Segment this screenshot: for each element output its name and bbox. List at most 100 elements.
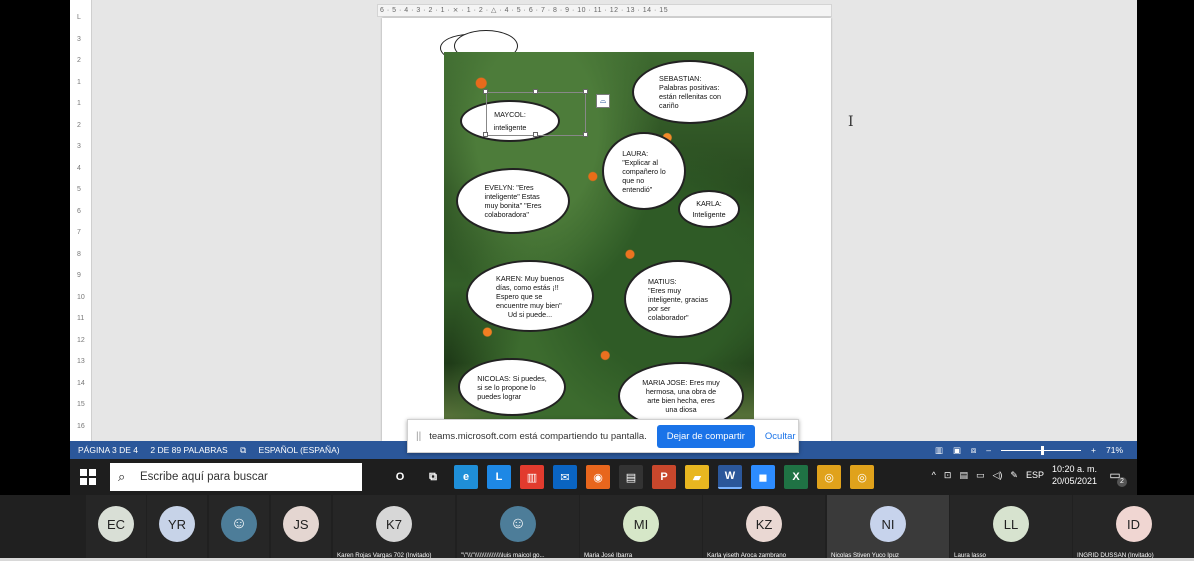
word-count[interactable]: 2 DE 89 PALABRAS — [150, 445, 227, 455]
participant-tile[interactable]: ☺ — [209, 495, 269, 561]
mail-icon[interactable]: ✉ — [553, 465, 577, 489]
tray-app-icon[interactable]: ⊡ — [944, 470, 952, 481]
ruler-mark: 11 — [77, 315, 85, 322]
stop-sharing-button[interactable]: Dejar de compartir — [656, 424, 755, 448]
cortana-icon[interactable]: O — [388, 465, 412, 489]
read-mode-icon[interactable]: ▥ — [935, 441, 943, 459]
resize-handle[interactable] — [533, 89, 538, 94]
clock-time: 10:20 a. m. — [1051, 464, 1097, 474]
vertical-ruler: L 3 2 1 1 2 3 4 5 6 7 8 9 10 11 12 13 14 15 16 — [70, 0, 92, 441]
bubble-matius[interactable]: MATIUS: "Eres muy inteligente, gracias por … — [624, 260, 732, 338]
ruler-mark: 3 — [77, 35, 81, 43]
task-view-icon[interactable]: ⧉ — [421, 465, 445, 489]
clock[interactable]: 10:20 a. m. 20/05/2021 — [1052, 463, 1097, 487]
bubble-evelyn[interactable]: EVELYN: "Eres inteligente" Estas muy bonit… — [456, 168, 570, 234]
bubble-text: arte bien hecha, eres — [647, 396, 715, 405]
resize-handle[interactable] — [583, 89, 588, 94]
resize-handle[interactable] — [583, 132, 588, 137]
bubble-text: inteligente" Estas — [484, 192, 540, 201]
notifications-icon[interactable]: ▭ 2 — [1105, 465, 1127, 487]
zoom-out-button[interactable]: – — [986, 441, 991, 459]
l-app-icon[interactable]: L — [487, 465, 511, 489]
bubble-text: "Eres muy — [648, 285, 681, 295]
resize-handle[interactable] — [483, 89, 488, 94]
hide-button[interactable]: Ocultar — [765, 431, 796, 442]
resize-handle[interactable] — [483, 132, 488, 137]
ruler-mark: 2 — [77, 57, 81, 64]
ruler-mark: 14 — [77, 379, 85, 387]
firefox-icon[interactable]: ◉ — [586, 465, 610, 489]
word-icon[interactable]: W — [718, 465, 742, 489]
chrome-icon[interactable]: ◎ — [817, 465, 841, 489]
avatar: MI — [623, 506, 659, 542]
participant-tile[interactable]: EC — [86, 495, 146, 561]
participant-tile[interactable]: JS — [271, 495, 331, 561]
selection-frame[interactable] — [486, 92, 586, 136]
participant-tile[interactable]: K7 Karen Rojas Vargas 702 (Invitado) — [333, 495, 455, 561]
chrome-icon-2[interactable]: ◎ — [850, 465, 874, 489]
chevron-up-icon[interactable]: ^ — [932, 470, 936, 480]
document-page[interactable]: MAYCOL: inteligente ⌓ SEBASTIAN: Palabras … — [382, 18, 831, 441]
bubble-text: MARIA JOSE: Eres muy — [642, 378, 720, 387]
participant-tile[interactable]: NI Nicolas Stiven Yuco Ipuz — [827, 495, 949, 561]
layout-options-icon[interactable]: ⌓ — [596, 94, 610, 108]
bubble-text: LAURA: — [622, 148, 649, 158]
zoom-icon[interactable]: ◼ — [751, 465, 775, 489]
participant-tile[interactable]: MI Maria José Ibarra — [580, 495, 702, 561]
bubble-laura[interactable]: LAURA: "Explicar al compañero lo que no ente… — [602, 132, 686, 210]
web-layout-icon[interactable]: ⧈ — [971, 441, 976, 459]
ruler-mark: 6 — [77, 207, 81, 215]
participant-tile[interactable]: ID INGRID DUSSAN (Invitado) — [1073, 495, 1194, 561]
resize-handle[interactable] — [533, 132, 538, 137]
ruler-mark: 9 — [77, 272, 81, 279]
bubble-text: compañero lo — [622, 166, 666, 176]
bubble-karen[interactable]: KAREN: Muy buenos días, como estás ¡!! Esp… — [466, 260, 594, 332]
ruler-mark: 10 — [77, 293, 85, 301]
participant-tile[interactable]: KZ Karla yiseth Aroca zambrano — [703, 495, 825, 561]
horizontal-ruler[interactable]: 6 · 5 · 4 · 3 · 2 · 1 · ⨯ · 1 · 2 · △ · … — [377, 4, 832, 17]
page-count[interactable]: PÁGINA 3 DE 4 — [78, 445, 138, 455]
volume-icon[interactable]: ◁) — [992, 470, 1002, 481]
zoom-slider-thumb[interactable] — [1041, 445, 1045, 455]
input-language[interactable]: ESP — [1026, 470, 1044, 480]
zoom-slider[interactable] — [1001, 445, 1082, 455]
bubble-sebastian[interactable]: SEBASTIAN: Palabras positivas: están relle… — [632, 60, 748, 124]
proofing-icon[interactable]: ⧉ — [240, 445, 246, 455]
tray-app-icon[interactable]: ▤ — [959, 470, 968, 481]
zoom-level[interactable]: 71% — [1106, 441, 1123, 459]
avatar: ID — [1115, 506, 1152, 542]
notification-count: 2 — [1117, 477, 1127, 487]
excel-icon[interactable]: X — [784, 465, 808, 489]
bubble-text: colaboradora" — [484, 210, 529, 219]
share-message: teams.microsoft.com está compartiendo tu… — [429, 430, 647, 442]
language-indicator[interactable]: ESPAÑOL (ESPAÑA) — [259, 445, 340, 455]
print-layout-icon[interactable]: ▣ — [953, 441, 961, 459]
bubble-text: encuentre muy bien" — [496, 300, 562, 310]
ruler-mark: L — [77, 14, 81, 21]
bubble-text: que no — [622, 175, 645, 185]
bubble-text: muy bonita" "Eres — [484, 201, 542, 210]
bubble-karla[interactable]: KARLA: Inteligente — [678, 190, 740, 228]
store-icon[interactable]: ▤ — [619, 465, 643, 489]
participant-tile[interactable]: ☺ "\"\\\"\\\\\\\\\\\\\\\\luis maicol go..… — [457, 495, 579, 561]
zoom-in-button[interactable]: + — [1091, 441, 1096, 459]
edge-icon[interactable]: e — [454, 465, 478, 489]
bubble-text: Inteligente — [692, 210, 726, 219]
explorer-icon[interactable]: ▰ — [685, 465, 709, 489]
participant-tile[interactable]: LL Laura lasso — [950, 495, 1072, 561]
bubble-text: KAREN: Muy buenos — [496, 273, 564, 283]
ruler-mark: 16 — [77, 422, 85, 430]
participant-tile[interactable]: YR — [147, 495, 207, 561]
ruler-mark: 5 — [77, 186, 81, 193]
ruler-mark: 1 — [77, 100, 81, 107]
taskbar-search[interactable]: ⌕ Escribe aquí para buscar — [110, 463, 362, 491]
windows-start-icon[interactable] — [80, 469, 96, 485]
drag-handle-icon[interactable]: || — [416, 431, 421, 442]
bubble-nicolas[interactable]: NICOLAS: Si puedes, si se lo propone lo pu… — [458, 358, 566, 416]
bubble-text: hermosa, una obra de — [645, 387, 717, 396]
pen-icon[interactable]: ✎ — [1010, 470, 1018, 481]
office-icon[interactable]: ▥ — [520, 465, 544, 489]
avatar: YR — [159, 506, 195, 542]
battery-icon[interactable]: ▭ — [976, 470, 985, 481]
powerpoint-icon[interactable]: P — [652, 465, 676, 489]
